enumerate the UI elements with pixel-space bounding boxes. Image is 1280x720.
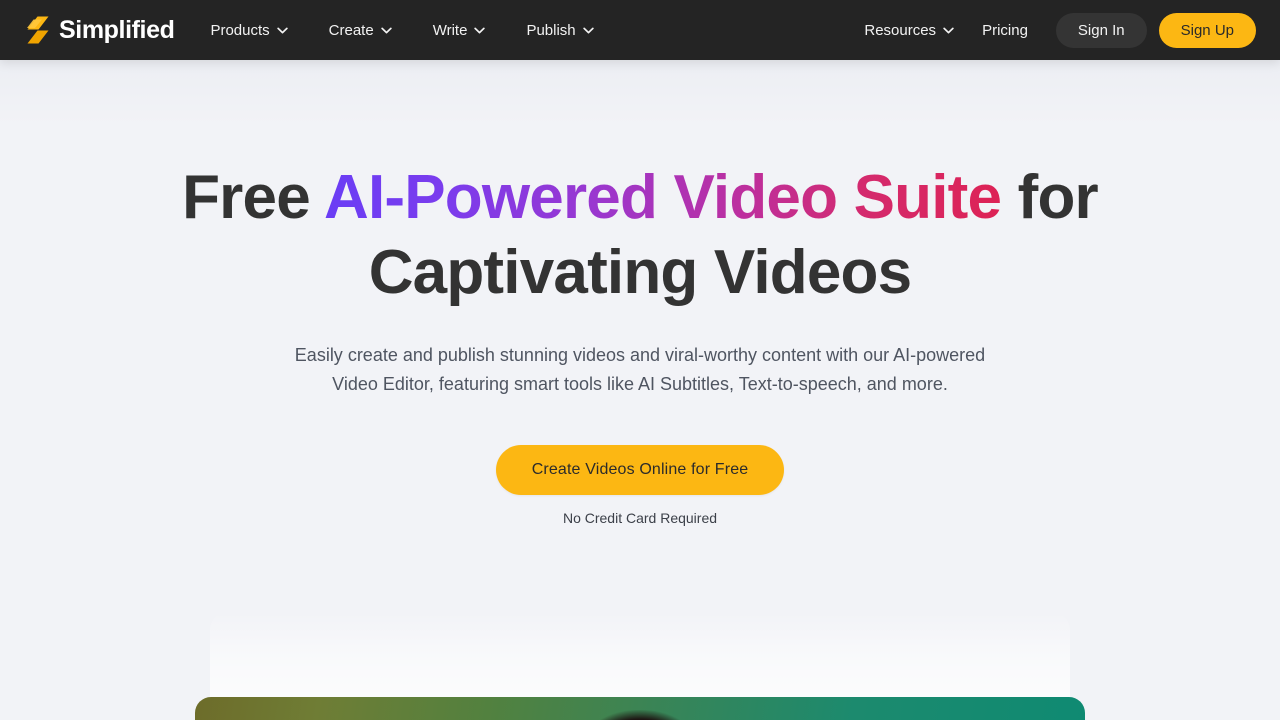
nav-item-write[interactable]: Write [419, 14, 500, 47]
brand-logo-link[interactable]: Simplified [24, 15, 175, 45]
hero-subheadline: Easily create and publish stunning video… [294, 345, 986, 394]
page-title: Free AI-Powered Video Suite for Captivat… [0, 160, 1280, 310]
chevron-down-icon [943, 27, 954, 33]
person-silhouette [580, 710, 700, 720]
nav-item-label: Pricing [982, 21, 1028, 39]
site-header: Simplified Products Create Write Publish… [0, 0, 1280, 60]
chevron-down-icon [582, 27, 594, 33]
brand-name: Simplified [59, 15, 175, 44]
nav-item-pricing[interactable]: Pricing [968, 14, 1042, 47]
headline-text-plain-leading: Free [182, 163, 324, 232]
chevron-down-icon [474, 27, 486, 33]
nav-item-publish[interactable]: Publish [512, 14, 607, 47]
cta-container: Create Videos Online for Free No Credit … [0, 445, 1280, 526]
nav-item-products[interactable]: Products [210, 14, 301, 47]
no-credit-card-note: No Credit Card Required [562, 510, 718, 526]
sign-up-button[interactable]: Sign Up [1158, 12, 1256, 48]
nav-item-label: Publish [526, 21, 576, 39]
chevron-down-icon [380, 27, 392, 33]
chevron-down-icon [276, 27, 288, 33]
create-videos-button[interactable]: Create Videos Online for Free [495, 445, 785, 495]
nav-item-resources[interactable]: Resources [850, 14, 968, 47]
nav-item-label: Write [432, 21, 468, 39]
nav-item-label: Create [328, 21, 374, 39]
nav-item-create[interactable]: Create [315, 14, 406, 47]
headline-text-gradient: AI-Powered Video Suite [324, 163, 1002, 232]
simplified-logo-icon [24, 15, 52, 45]
nav-item-label: Products [210, 21, 270, 39]
secondary-navigation: Resources Pricing Sign In Sign Up [850, 12, 1256, 48]
video-preview-thumbnail[interactable] [195, 697, 1085, 720]
nav-item-label: Resources [864, 21, 937, 39]
primary-navigation: Products Create Write Publish [210, 14, 607, 47]
sign-in-button[interactable]: Sign In [1055, 12, 1147, 48]
